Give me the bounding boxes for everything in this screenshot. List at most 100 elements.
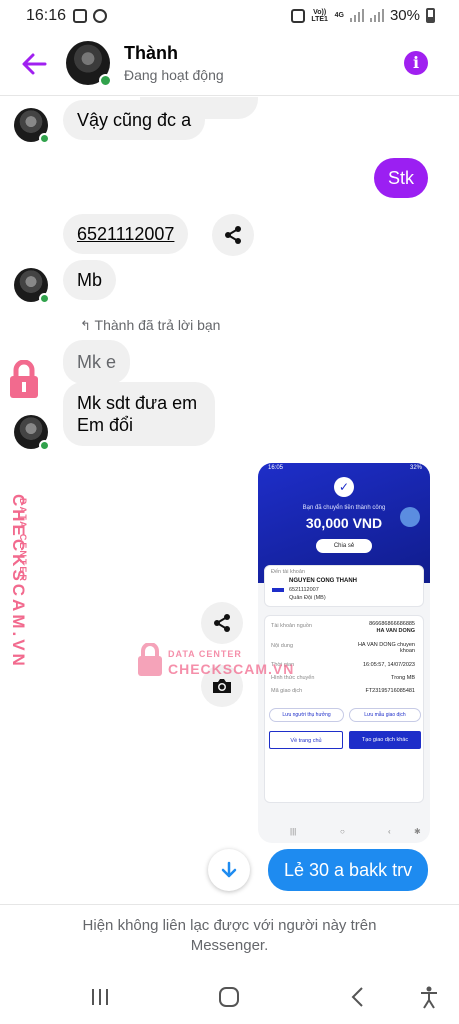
txn-value: FT23195716085481 (365, 688, 415, 694)
message-text: Lẻ 30 a bakk trv (284, 860, 413, 880)
scroll-down-button[interactable] (208, 849, 250, 891)
watermark-vertical-line2: CHECKSCAM.VN (9, 494, 28, 669)
accessibility-icon (421, 986, 437, 1009)
signal-icon-2 (369, 9, 384, 22)
quoted-text: Mk e (77, 352, 117, 372)
message-bubble-account-number[interactable]: 6521112007 (63, 214, 189, 254)
recipient-name: NGUYEN CONG THANH (289, 578, 358, 584)
battery-icon (426, 8, 435, 23)
alarm-icon (290, 8, 305, 23)
message-text: Mb (77, 270, 103, 290)
lock-logo (10, 360, 38, 398)
watermark-center-line2: CHECKSCAM.VN (168, 661, 295, 677)
recipient-account: 6521112007 (289, 587, 319, 593)
message-text: Stk (388, 168, 415, 188)
recents-button[interactable] (85, 982, 115, 1012)
share-button[interactable] (212, 214, 254, 256)
home-icon: ○ (340, 827, 345, 836)
quoted-message[interactable]: Mk e (63, 340, 131, 384)
status-bar: 16:16 Vo)) LTE1 4G 30% (0, 0, 459, 32)
mascot-icon (400, 507, 420, 527)
message-bubble[interactable]: Vậy cũng đc a (63, 100, 206, 140)
bank-logo-icon (272, 588, 284, 592)
sender-avatar[interactable] (14, 268, 50, 304)
chat-header: Thành Đang hoạt động i (0, 32, 459, 96)
watermark-center: DATA CENTER CHECKSCAM.VN (136, 642, 293, 682)
info-icon[interactable]: i (404, 51, 428, 75)
online-indicator (39, 133, 50, 144)
recents-icon (92, 989, 108, 1005)
reply-icon: ↰ (80, 318, 91, 333)
gallery-icon (73, 9, 87, 23)
sender-avatar[interactable] (14, 108, 50, 144)
camera-icon (213, 679, 231, 693)
accessibility-icon: ✱ (414, 827, 421, 836)
recipient-card: Đến tài khoản NGUYEN CONG THANH 65211120… (264, 565, 424, 607)
content-value: HA VAN DONG chuyen khoan (357, 642, 415, 654)
contact-name[interactable]: Thành (124, 43, 178, 64)
arrow-down-icon (221, 861, 237, 878)
home-button: Về trang chủ (269, 731, 343, 749)
recipient-bank: Quân Đội (MB) (289, 595, 326, 601)
accessibility-button[interactable] (414, 982, 444, 1012)
contact-avatar[interactable] (66, 41, 112, 87)
reply-note-text: Thành đã trả lời bạn (94, 317, 221, 333)
recents-icon: ||| (290, 827, 297, 836)
message-text-line1: Mk sdt đưa em (77, 393, 198, 413)
message-bubble-outgoing[interactable]: Stk (374, 158, 429, 198)
to-account-label: Đến tài khoản (271, 569, 305, 575)
watermark-vertical: DATA CENTER CHECKSCAM.VN (4, 360, 52, 669)
source-name: HA VAN DONG (376, 628, 416, 634)
home-button[interactable] (214, 982, 244, 1012)
system-nav-bar (0, 970, 459, 1024)
share-icon (225, 226, 241, 244)
unavailable-notice: Hiện không liên lạc được với người này t… (0, 904, 459, 970)
source-label: Tài khoản nguồn (271, 623, 312, 629)
transfer-receipt-image[interactable]: 16:05 32% ✓ Bạn đã chuyển tiền thành côn… (258, 463, 430, 843)
message-list[interactable]: Vậy cũng đc a Stk 6521112007 Mb ↰ Thành … (0, 97, 459, 903)
network-label: Vo)) LTE1 (311, 8, 328, 23)
message-text-line2: Em đổi (77, 415, 134, 435)
watermark-center-line1: DATA CENTER (168, 649, 242, 659)
success-check-icon: ✓ (334, 477, 354, 497)
message-bubble[interactable]: Mb (63, 260, 117, 300)
notification-icons (73, 9, 107, 23)
online-indicator (39, 293, 50, 304)
source-account: 866686866686885 (369, 621, 415, 627)
signal-icon (349, 9, 364, 22)
messenger-notification-icon (93, 9, 107, 23)
share-image-button[interactable] (201, 602, 243, 644)
reply-indicator: ↰ Thành đã trả lời bạn (80, 317, 220, 334)
message-bubble-outgoing[interactable]: Lẻ 30 a bakk trv (268, 849, 429, 891)
network-type: 4G (334, 12, 344, 19)
back-icon: ‹ (388, 827, 391, 836)
message-bubble[interactable]: Mk sdt đưa em Em đổi (63, 382, 216, 446)
back-icon (351, 987, 363, 1007)
method-value: Trong MB (391, 675, 415, 681)
details-card: Tài khoản nguồn 866686866686885 HA VAN D… (264, 615, 424, 803)
back-button[interactable] (343, 982, 373, 1012)
notice-line2: Messenger. (190, 937, 269, 954)
content-label: Nội dung (271, 643, 294, 649)
save-recipient-pill: Lưu người thụ hưởng (269, 708, 344, 722)
receipt-status-battery: 32% (409, 465, 422, 471)
new-transaction-button: Tạo giao dịch khác (349, 731, 421, 749)
online-indicator (99, 74, 112, 87)
txn-label: Mã giao dịch (271, 688, 303, 694)
notice-line1: Hiện không liên lạc được với người này t… (82, 917, 377, 934)
battery-percent: 30% (389, 7, 420, 24)
receipt-nav-bar: ||| ○ ‹ ✱ (258, 823, 430, 843)
receipt-status-time: 16:05 (268, 465, 284, 471)
time-value: 16:05:57, 14/07/2023 (363, 662, 415, 668)
back-arrow-icon[interactable] (20, 50, 48, 78)
presence-status: Đang hoạt động (124, 67, 224, 83)
lock-logo (138, 642, 162, 676)
message-text[interactable]: 6521112007 (77, 224, 174, 244)
message-text: Vậy cũng đc a (77, 110, 192, 130)
share-icon (214, 614, 230, 632)
status-time: 16:16 (26, 7, 67, 24)
status-right: Vo)) LTE1 4G 30% (290, 7, 435, 24)
receipt-share-button: Chia sẻ (316, 539, 372, 553)
save-template-pill: Lưu mẫu giao dịch (349, 708, 421, 722)
home-icon (219, 987, 239, 1007)
